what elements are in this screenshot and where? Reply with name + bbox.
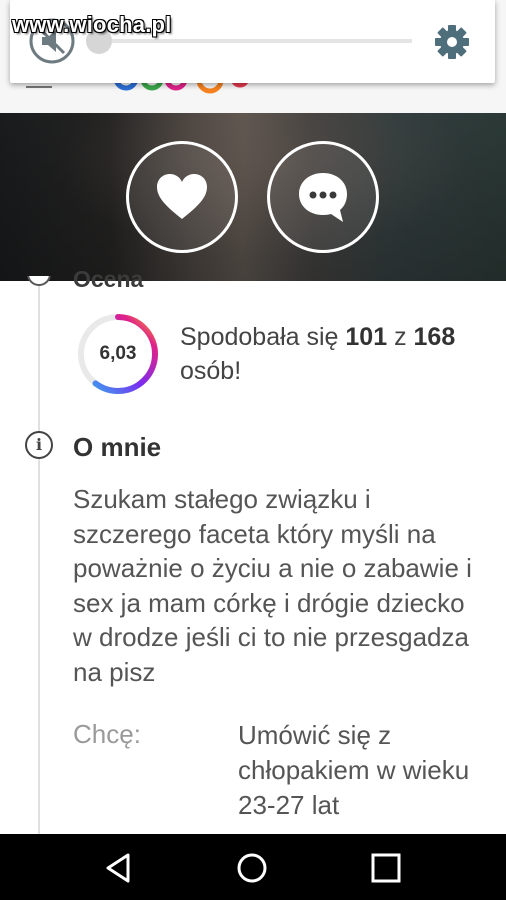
wants-label: Chcę: bbox=[73, 719, 141, 749]
volume-slider-track[interactable] bbox=[96, 39, 412, 43]
about-section-title: O mnie bbox=[73, 432, 162, 462]
like-button[interactable] bbox=[126, 141, 238, 253]
info-icon: i bbox=[25, 431, 53, 459]
back-icon[interactable] bbox=[100, 848, 140, 888]
rating-summary: Spodobała się 101 z 168 osób! bbox=[180, 320, 480, 388]
rating-text-middle: z bbox=[387, 323, 414, 351]
rating-section-title: Ocena bbox=[73, 266, 144, 292]
watermark: www.wiocha.pl bbox=[12, 12, 172, 37]
timeline-line bbox=[38, 281, 40, 836]
chat-bubble-icon bbox=[299, 173, 347, 222]
score-value: 6,03 bbox=[99, 343, 137, 364]
rating-text-prefix: Spodobała się bbox=[180, 323, 346, 351]
wants-value: Umówić się z chłopakiem w wieku 23-27 la… bbox=[238, 720, 470, 820]
heart-icon bbox=[157, 174, 207, 219]
about-text: Szukam stałego związku i szczerego facet… bbox=[73, 484, 472, 687]
rating-total-count: 168 bbox=[413, 323, 456, 351]
home-icon[interactable] bbox=[232, 848, 272, 888]
rating-text-suffix: osób! bbox=[180, 357, 242, 385]
rating-section-node bbox=[27, 276, 51, 286]
rating-likes-count: 101 bbox=[345, 323, 388, 351]
profile-photo bbox=[0, 113, 506, 281]
gear-icon[interactable] bbox=[430, 20, 474, 64]
recents-icon[interactable] bbox=[366, 848, 406, 888]
navigation-bar bbox=[0, 834, 506, 900]
message-button[interactable] bbox=[267, 141, 379, 253]
